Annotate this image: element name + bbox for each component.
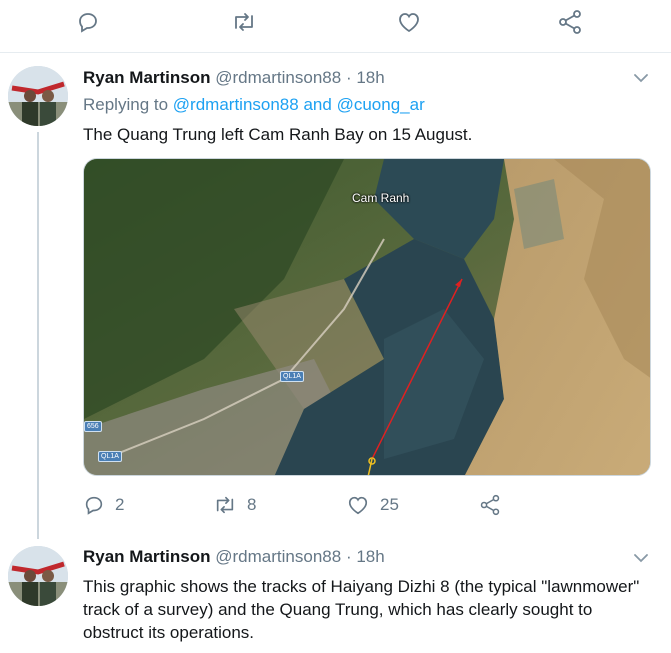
separator-dot: · xyxy=(345,547,352,566)
chevron-down-icon xyxy=(634,554,648,563)
road-label: QL1A xyxy=(98,451,122,462)
share-button[interactable] xyxy=(556,8,584,36)
tweet-menu-button[interactable] xyxy=(633,550,649,566)
timestamp[interactable]: 18h xyxy=(356,547,384,566)
separator-dot: · xyxy=(345,68,352,87)
reply-icon xyxy=(79,13,97,33)
thread-connector-line xyxy=(37,132,39,539)
replying-and: and xyxy=(303,95,332,114)
mention-link[interactable]: @cuong_ar xyxy=(337,95,425,114)
reply-button[interactable]: 2 xyxy=(83,494,124,516)
tweet-header: Ryan Martinson @rdmartinson88 · 18h xyxy=(83,68,385,88)
timestamp[interactable]: 18h xyxy=(356,68,384,87)
chevron-down-icon xyxy=(634,74,648,83)
road-label: QL1A xyxy=(280,371,304,382)
author-handle[interactable]: @rdmartinson88 xyxy=(215,547,341,566)
mention-link[interactable]: @rdmartinson88 xyxy=(173,95,299,114)
avatar[interactable] xyxy=(8,66,68,126)
map-graphic xyxy=(84,159,650,475)
reply-icon xyxy=(85,496,103,515)
previous-tweet-action-bar xyxy=(0,0,671,52)
author-name[interactable]: Ryan Martinson xyxy=(83,547,211,566)
tweet-text: The Quang Trung left Cam Ranh Bay on 15 … xyxy=(83,125,473,144)
like-count: 25 xyxy=(380,495,399,514)
retweet-count: 8 xyxy=(247,495,257,514)
share-icon xyxy=(559,10,581,34)
reply-count: 2 xyxy=(115,495,125,514)
share-button[interactable] xyxy=(479,494,501,516)
tweet-header: Ryan Martinson @rdmartinson88 · 18h xyxy=(83,547,385,567)
tweet-actions: 2 8 25 xyxy=(83,494,651,522)
retweet-icon xyxy=(216,496,234,514)
satellite-map-image[interactable]: Cam Ranh QL1A QL1A 656 xyxy=(83,158,651,476)
share-icon xyxy=(480,494,500,516)
like-button[interactable] xyxy=(395,8,423,36)
retweet-button[interactable] xyxy=(230,8,258,36)
replying-to-label: Replying to xyxy=(83,95,169,114)
retweet-button[interactable]: 8 xyxy=(213,494,256,516)
author-handle[interactable]: @rdmartinson88 xyxy=(215,68,341,87)
avatar[interactable] xyxy=(8,546,68,606)
road-label: 656 xyxy=(84,421,102,432)
replying-to: Replying to @rdmartinson88 and @cuong_ar xyxy=(83,95,425,115)
like-button[interactable]: 25 xyxy=(346,494,399,516)
map-place-label: Cam Ranh xyxy=(352,191,410,205)
like-icon xyxy=(399,13,419,33)
retweet-icon xyxy=(235,13,253,31)
like-icon xyxy=(348,496,368,515)
tweet-menu-button[interactable] xyxy=(633,70,649,86)
divider xyxy=(0,52,671,53)
tweet-text: This graphic shows the tracks of Haiyang… xyxy=(83,577,640,642)
reply-button[interactable] xyxy=(74,8,102,36)
author-name[interactable]: Ryan Martinson xyxy=(83,68,211,87)
